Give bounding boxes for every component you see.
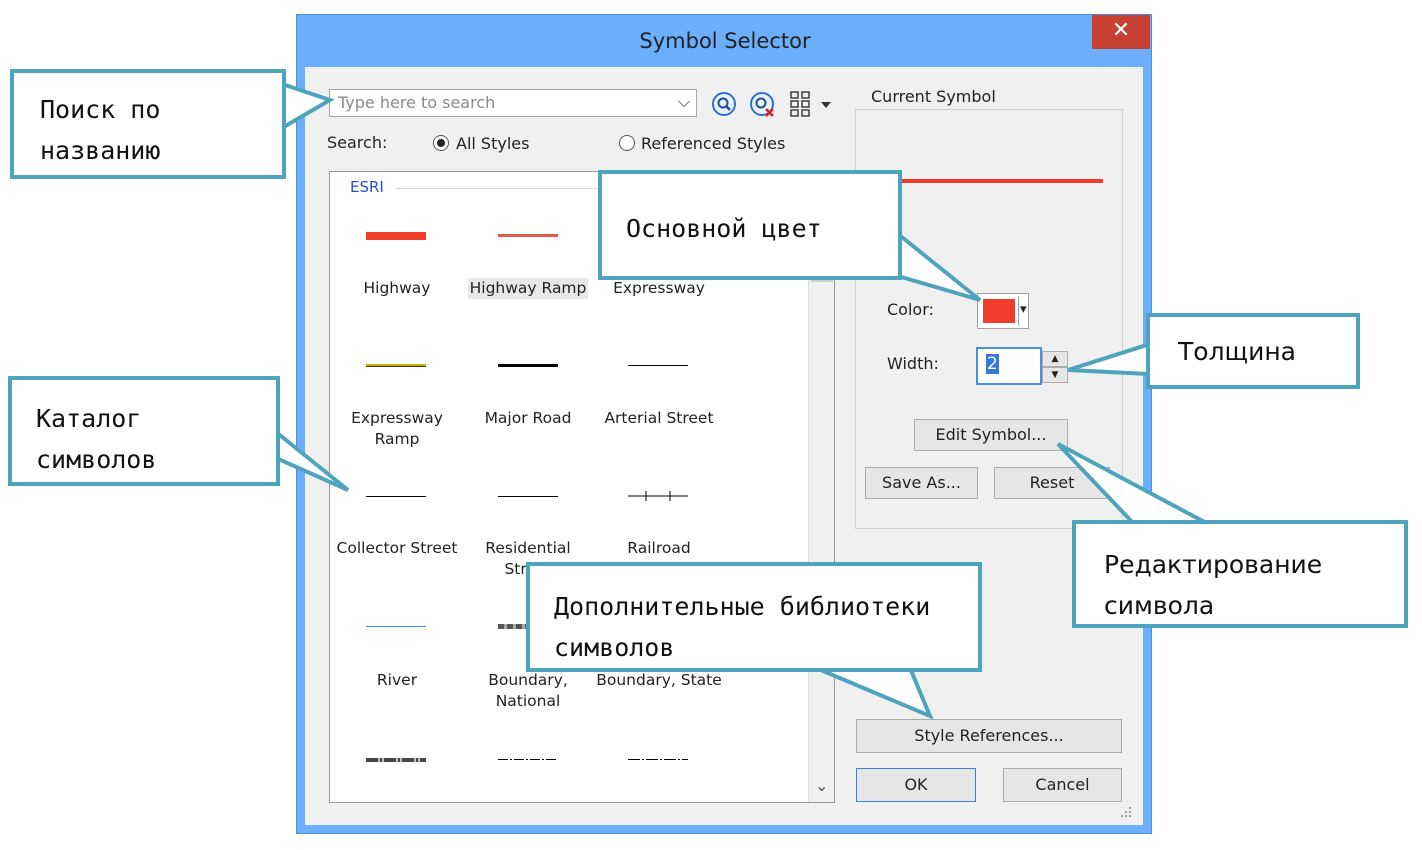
callout-extra-libraries: Дополнительные библиотеки символов xyxy=(526,562,982,672)
pointer-edit-symbol xyxy=(1056,442,1213,528)
callout-color-text: Основной цвет xyxy=(626,214,822,243)
callout-search-text: Поиск по названию xyxy=(40,95,161,165)
callout-libraries-text: Дополнительные библиотеки символов xyxy=(554,592,931,662)
pointer-color xyxy=(896,229,982,302)
pointer-width xyxy=(1067,341,1152,377)
callout-catalog-text: Каталог символов xyxy=(36,404,157,474)
pointer-catalog xyxy=(274,427,350,492)
callout-main-color: Основной цвет xyxy=(598,170,902,280)
callout-thickness-text: Толщина xyxy=(1178,337,1297,366)
callout-search-by-name: Поиск по названию xyxy=(10,69,286,179)
callout-edit-text: Редактирование символа xyxy=(1104,550,1323,620)
callout-edit-symbol: Редактирование символа xyxy=(1072,520,1408,628)
pointer-search xyxy=(280,81,335,132)
pointer-style-references xyxy=(815,666,934,720)
callout-thickness: Толщина xyxy=(1146,313,1360,389)
callout-symbol-catalog: Каталог символов xyxy=(8,376,280,486)
